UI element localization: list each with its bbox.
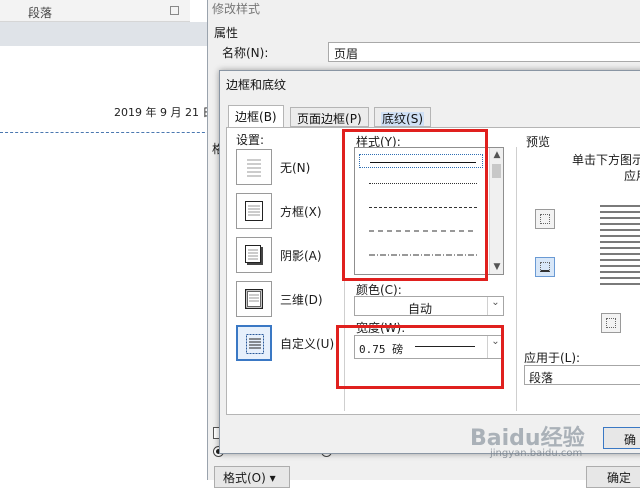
watermark-url: jingyan.baidu.com [490, 448, 583, 459]
setting-custom-label[interactable]: 自定义(U) [280, 335, 334, 352]
preview-line [600, 247, 640, 249]
header-separator-line [0, 132, 215, 133]
tab-borders[interactable]: 边框(B) [228, 105, 284, 128]
ribbon-paragraph-group: 段落 [0, 0, 190, 22]
preview-line [600, 217, 640, 219]
tab-label-suffix: ) [271, 110, 277, 124]
chevron-down-icon[interactable]: ⌄ [487, 297, 503, 315]
ribbon-group-label: 段落 [28, 6, 53, 20]
no-border-icon [247, 159, 261, 177]
dialog-title: 修改样式 [212, 2, 261, 16]
preview-line [600, 223, 640, 225]
preview-line [600, 283, 640, 285]
tab-label-prefix: 边框( [235, 110, 264, 124]
shadow-border-icon [245, 245, 263, 265]
name-label: 名称(N): [222, 46, 269, 60]
tab-shading[interactable]: 底纹(S) [374, 107, 431, 127]
properties-section-label: 属性 [214, 26, 239, 40]
dialog-title: 边框和底纹 [226, 78, 287, 92]
scroll-down-icon[interactable]: ▼ [490, 260, 504, 274]
style-list-scrollbar[interactable]: ▲ ▼ [489, 148, 503, 274]
color-value: 自动 [407, 302, 432, 316]
setting-custom-icon[interactable] [236, 325, 272, 361]
apply-to-dropdown[interactable]: 段落 [524, 365, 640, 385]
left-border-button[interactable] [601, 313, 621, 333]
tab-label-highlight: 底纹(S) [381, 112, 424, 126]
tab-label-suffix: ) [356, 112, 362, 126]
scroll-up-icon[interactable]: ▲ [490, 148, 504, 162]
document-date-text: 2019 年 9 月 21 日 [114, 106, 214, 119]
preview-line [600, 235, 640, 237]
setting-shadow-icon[interactable] [236, 237, 272, 273]
width-highlight-box [336, 325, 504, 389]
preview-line [600, 253, 640, 255]
preview-hint-apply: 应用 [624, 169, 640, 183]
preview-line [600, 205, 640, 207]
bottom-border-icon [540, 262, 550, 272]
bottom-border-button[interactable] [535, 257, 555, 277]
scroll-thumb[interactable] [492, 164, 501, 178]
custom-border-icon [246, 334, 264, 354]
dialog-launcher-icon[interactable] [170, 6, 179, 15]
borders-and-shading-dialog: 边框和底纹 边框(B) 页面边框(P) 底纹(S) 设置: 无(N) 方框(X)… [219, 70, 640, 454]
preview-line [600, 271, 640, 273]
tab-label-prefix: 底纹( [382, 112, 411, 126]
tab-label-suffix: ) [418, 112, 423, 126]
confirm-button[interactable]: 确 [603, 427, 640, 449]
style-highlight-box [342, 129, 488, 281]
color-dropdown[interactable]: 自动 ⌄ [354, 296, 504, 316]
apply-to-value: 段落 [529, 371, 554, 385]
apply-to-label: 应用于(L): [524, 351, 581, 365]
preview-line [600, 265, 640, 267]
left-border-icon [606, 318, 616, 328]
style-name-input[interactable]: 页眉 [328, 42, 640, 62]
preview-line [600, 211, 640, 213]
ok-button[interactable]: 确定 [586, 466, 640, 488]
preview-hint: 单击下方图示 [572, 153, 640, 167]
tab-label-prefix: 页面边框( [297, 112, 350, 126]
preview-line [600, 241, 640, 243]
tab-page-border[interactable]: 页面边框(P) [290, 107, 369, 127]
setting-none-icon[interactable] [236, 149, 272, 185]
setting-box-icon[interactable] [236, 193, 272, 229]
tab-accelerator-key: P [349, 112, 357, 126]
preview-line [600, 229, 640, 231]
preview-label: 预览 [526, 135, 551, 149]
top-border-button[interactable] [535, 209, 555, 229]
setting-3d-label[interactable]: 三维(D) [280, 291, 323, 308]
settings-label: 设置: [236, 133, 265, 147]
setting-none-label[interactable]: 无(N) [280, 159, 310, 176]
box-border-icon [245, 201, 263, 221]
tab-accelerator-key: B [263, 110, 272, 124]
preview-line [600, 277, 640, 279]
preview-sample-text [600, 205, 640, 289]
3d-border-icon [245, 289, 263, 309]
column-divider [516, 147, 517, 411]
top-border-icon [540, 214, 550, 224]
setting-3d-icon[interactable] [236, 281, 272, 317]
ruler-band [0, 22, 210, 46]
setting-shadow-label[interactable]: 阴影(A) [280, 247, 322, 264]
format-button[interactable]: 格式(O) ▾ [214, 466, 290, 488]
preview-line [600, 259, 640, 261]
setting-box-label[interactable]: 方框(X) [280, 203, 322, 220]
